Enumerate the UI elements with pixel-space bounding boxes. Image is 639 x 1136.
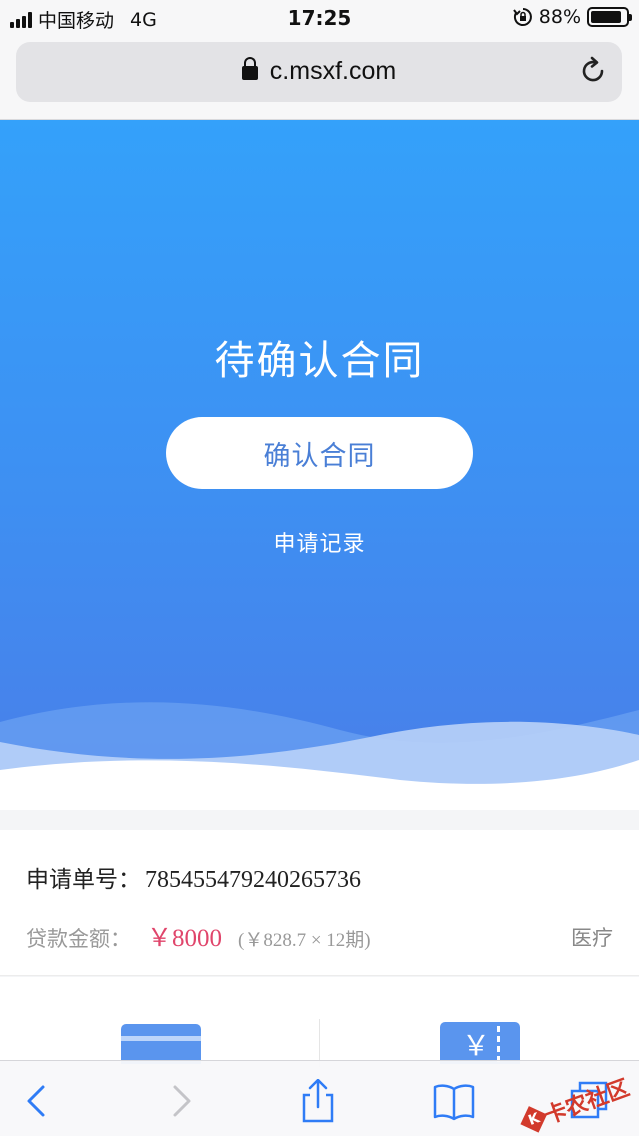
back-icon[interactable] (16, 1079, 60, 1123)
status-right: 88% (512, 6, 632, 28)
page-title: 待确认合同 (214, 338, 425, 384)
bank-card-icon[interactable] (121, 1024, 201, 1064)
browser-address-area: c.msxf.com (0, 36, 639, 120)
status-bar: 中国移动 4G 17:25 88% (0, 0, 639, 36)
rotation-lock-icon (512, 8, 532, 26)
hero-banner: 待确认合同 确认合同 申请记录 (0, 120, 639, 810)
reload-icon[interactable] (578, 56, 608, 86)
lock-icon (241, 57, 258, 80)
application-records-link[interactable]: 申请记录 (0, 526, 639, 558)
coupon-symbol: ￥ (462, 1029, 491, 1062)
loan-amount-row: 贷款金额： ￥8000 (￥828.7 × 12期) (26, 918, 371, 954)
confirm-contract-button[interactable]: 确认合同 (166, 417, 473, 489)
loan-amount-value: ￥8000 (147, 925, 223, 952)
loan-category: 医疗 (571, 926, 613, 950)
forward-icon[interactable] (158, 1079, 202, 1123)
wave-decoration (0, 702, 639, 810)
installment-detail: (￥828.7 × 12期) (238, 930, 371, 951)
address-bar[interactable]: c.msxf.com (16, 42, 622, 102)
url-text: c.msxf.com (269, 57, 397, 85)
battery-fill (591, 11, 621, 23)
share-icon[interactable] (296, 1079, 340, 1123)
battery-percent: 88% (538, 6, 581, 28)
loan-amount-label: 贷款金额： (26, 927, 131, 951)
application-number-value: 785455479240265736 (145, 867, 361, 893)
battery-icon (587, 7, 632, 27)
browser-toolbar: K 卡农社区 (0, 1060, 639, 1136)
url-display[interactable]: c.msxf.com (16, 57, 622, 86)
bookmarks-icon[interactable] (432, 1079, 476, 1123)
application-info-card: 申请单号： 785455479240265736 贷款金额： ￥8000 (￥82… (0, 830, 639, 976)
coupon-icon[interactable]: ￥ (440, 1022, 520, 1064)
application-number-row: 申请单号： 785455479240265736 (26, 860, 361, 894)
services-area: ￥ (0, 977, 639, 1067)
application-number-label: 申请单号： (26, 867, 141, 893)
